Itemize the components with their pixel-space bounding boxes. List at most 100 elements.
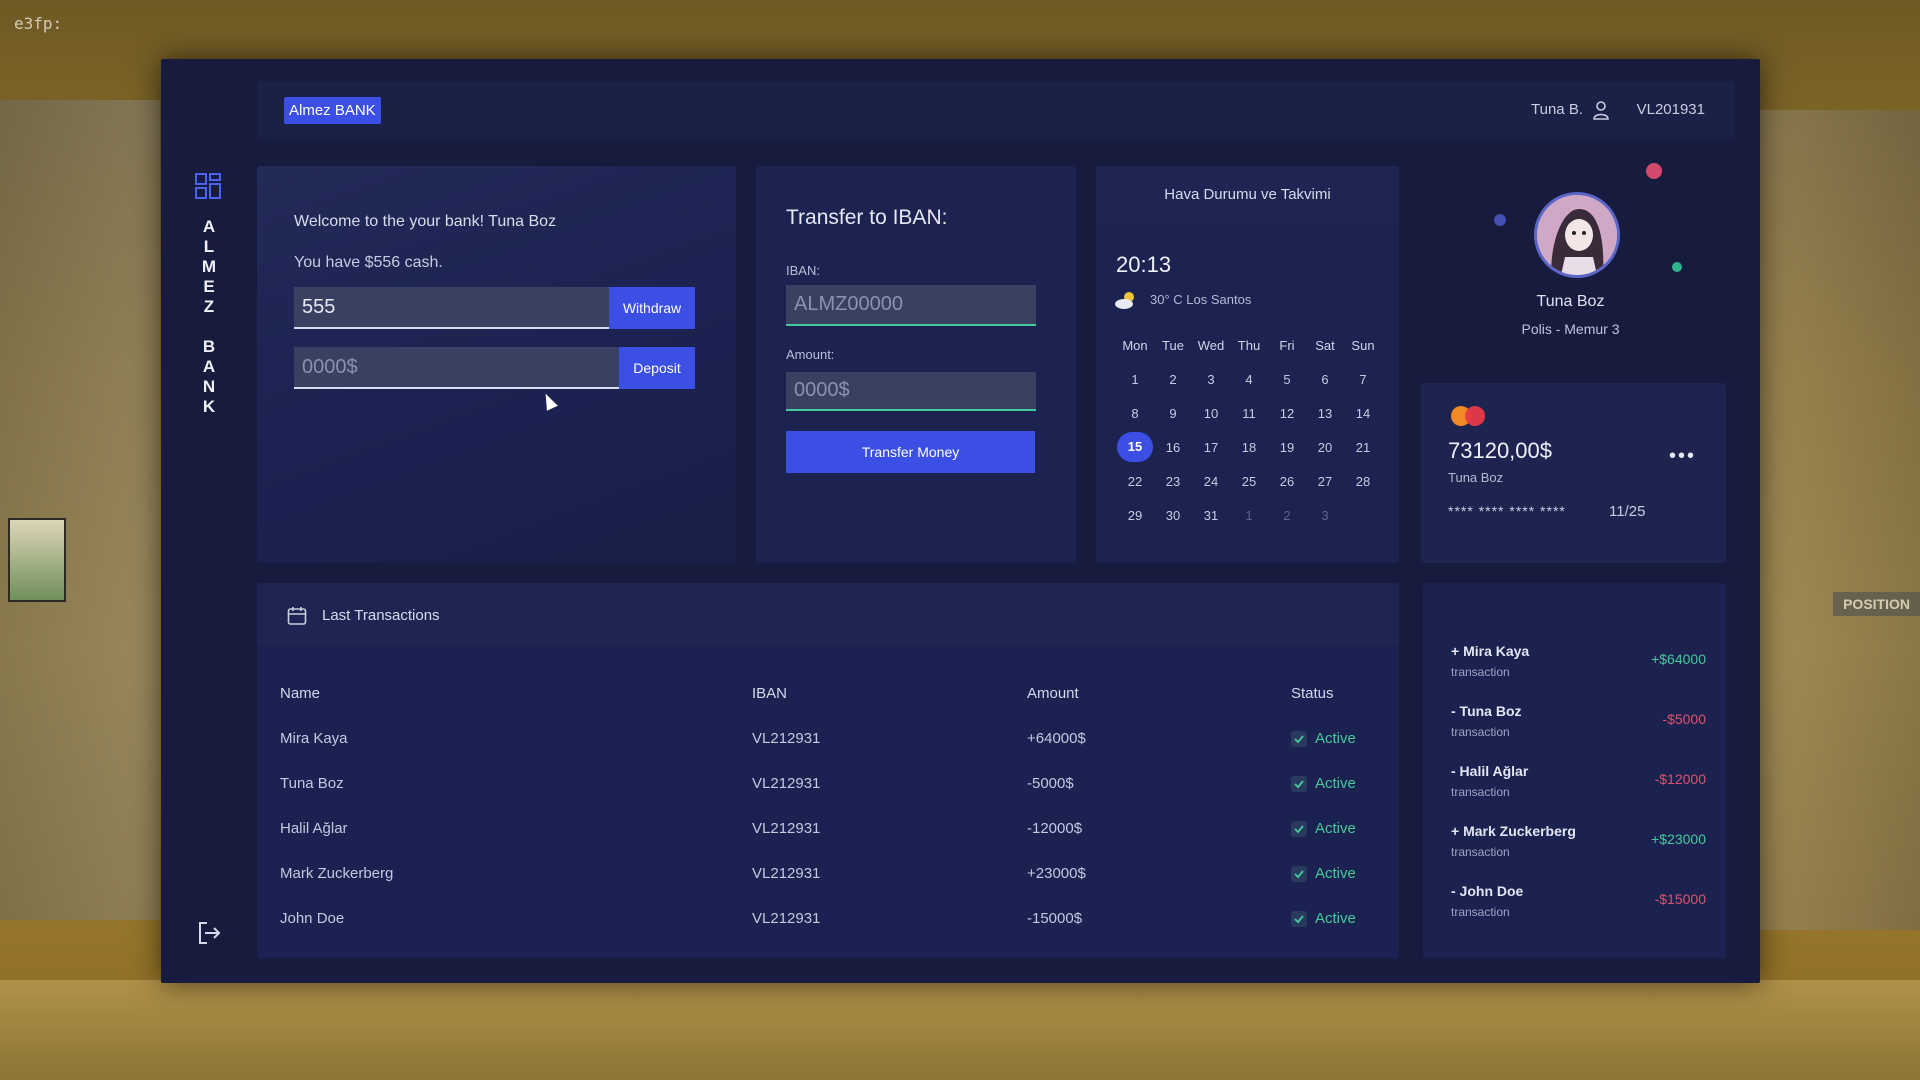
calendar-day[interactable]: 12 (1268, 406, 1306, 421)
recent-amount: -$12000 (1654, 771, 1706, 787)
status-text: Active (1315, 910, 1356, 927)
calendar-day[interactable]: 17 (1192, 440, 1230, 455)
calendar-day-label: 21 (1355, 439, 1371, 455)
calendar-day[interactable]: 26 (1268, 474, 1306, 489)
calendar-day-label: 28 (1355, 473, 1371, 489)
calendar-day[interactable]: 2 (1154, 372, 1192, 387)
calendar-day[interactable]: 10 (1192, 406, 1230, 421)
sidebar-letter: B (202, 337, 216, 356)
calendar-day[interactable]: 13 (1306, 406, 1344, 421)
sidebar-letter: Z (203, 297, 215, 316)
partly-cloudy-icon (1115, 292, 1134, 309)
calendar-day-label: 31 (1203, 507, 1219, 523)
recent-name: + Mark Zuckerberg (1451, 823, 1576, 839)
calendar-day[interactable]: 28 (1344, 474, 1382, 489)
calendar-day[interactable]: 22 (1116, 474, 1154, 489)
transfer-amount-input[interactable] (786, 372, 1036, 411)
calendar-day[interactable]: 3 (1306, 508, 1344, 523)
sidebar-letter: L (203, 237, 215, 256)
calendar-day[interactable]: 16 (1154, 440, 1192, 455)
sidebar-letter: E (203, 277, 215, 296)
calendar-day-label: 12 (1279, 405, 1295, 421)
recent-transactions-list: + Mira Kaya transaction +$64000 - Tuna Boz t… (1451, 643, 1706, 943)
calendar-day[interactable]: 4 (1230, 372, 1268, 387)
decor-dot-pink (1646, 163, 1662, 179)
calendar-day[interactable]: 3 (1192, 372, 1230, 387)
dashboard-grid-icon[interactable] (195, 173, 221, 199)
cell-name: John Doe (280, 910, 345, 927)
calendar-day-today[interactable]: 15 (1116, 432, 1154, 462)
calendar-day[interactable]: 9 (1154, 406, 1192, 421)
card-menu-icon[interactable]: ••• (1669, 445, 1696, 468)
status-text: Active (1315, 820, 1356, 837)
calendar-day[interactable]: 21 (1344, 440, 1382, 455)
calendar-day[interactable]: 1 (1116, 372, 1154, 387)
calendar-day[interactable]: 14 (1344, 406, 1382, 421)
background-wall-right (1760, 110, 1920, 930)
profile-panel: Tuna Boz Polis - Memur 3 (1419, 163, 1722, 411)
background-poster (8, 518, 66, 602)
deposit-amount-input[interactable] (294, 347, 619, 389)
check-icon (1291, 775, 1307, 792)
calendar-day[interactable]: 6 (1306, 372, 1344, 387)
hud-fps-text: e3fp: (14, 14, 63, 33)
calendar-day-label: 26 (1279, 473, 1295, 489)
calendar-week-row: 29 30 31 1 2 3 (1116, 498, 1384, 532)
iban-input[interactable] (786, 285, 1036, 326)
withdraw-button[interactable]: Withdraw (609, 287, 695, 329)
calendar-day-label: 5 (1283, 371, 1291, 387)
calendar-day[interactable]: 1 (1230, 508, 1268, 523)
list-item: - John Doe transaction -$15000 (1451, 883, 1706, 943)
calendar-day[interactable]: 30 (1154, 508, 1192, 523)
calendar-day[interactable]: 20 (1306, 440, 1344, 455)
welcome-card: Welcome to the your bank! Tuna Boz You h… (257, 166, 736, 563)
calendar-day[interactable]: 2 (1268, 508, 1306, 523)
calendar-day[interactable]: 7 (1344, 372, 1382, 387)
calendar-day[interactable]: 27 (1306, 474, 1344, 489)
card-number: **** **** **** **** (1448, 503, 1566, 519)
balance-card: 73120,00$ ••• Tuna Boz **** **** **** **… (1421, 383, 1726, 563)
user-icon (1593, 101, 1609, 120)
calendar-day[interactable]: 24 (1192, 474, 1230, 489)
calendar-day[interactable]: 5 (1268, 372, 1306, 387)
calendar-week-row: 22 23 24 25 26 27 28 (1116, 464, 1384, 498)
calendar-weekday: Tue (1162, 337, 1184, 353)
calendar-day-label: 24 (1203, 473, 1219, 489)
cell-iban: VL212931 (752, 775, 821, 792)
calendar-day[interactable]: 31 (1192, 508, 1230, 523)
cell-status: Active (1290, 716, 1379, 761)
recent-amount: -$5000 (1662, 711, 1706, 727)
calendar-day-label: 15 (1117, 432, 1153, 462)
status-badge: Active (1291, 820, 1378, 837)
calendar-day[interactable]: 18 (1230, 440, 1268, 455)
calendar-day-label: 23 (1165, 473, 1181, 489)
cell-amount: -12000$ (1027, 820, 1083, 837)
cell-name: Mark Zuckerberg (280, 865, 394, 882)
transactions-card: Last Transactions Name IBAN Amount Statu… (257, 583, 1399, 958)
table-row: John Doe VL212931 -15000$ Active (279, 896, 1379, 941)
calendar-day-label: 3 (1207, 371, 1215, 387)
column-header-iban: IBAN (752, 685, 788, 702)
header-user-name: Tuna B. (1531, 101, 1583, 118)
calendar-day[interactable]: 8 (1116, 406, 1154, 421)
deposit-button[interactable]: Deposit (619, 347, 695, 389)
avatar-illustration (1537, 195, 1617, 275)
withdraw-amount-input[interactable] (294, 287, 609, 329)
calendar-day[interactable]: 11 (1230, 406, 1268, 421)
calendar-day-label: 22 (1127, 473, 1143, 489)
calendar-day[interactable]: 19 (1268, 440, 1306, 455)
transfer-title: Transfer to IBAN: (786, 206, 948, 229)
table-header-row: Name IBAN Amount Status (279, 671, 1379, 716)
recent-subtitle: transaction (1451, 725, 1510, 739)
calendar-day[interactable]: 29 (1116, 508, 1154, 523)
balance-amount: 73120,00$ (1448, 438, 1552, 463)
weather-text: 30° C Los Santos (1150, 292, 1252, 307)
calendar-day-label: 30 (1165, 507, 1181, 523)
calendar-day[interactable]: 25 (1230, 474, 1268, 489)
recent-amount: +$23000 (1651, 831, 1706, 847)
decor-dot-green (1672, 262, 1682, 272)
cell-status: Active (1290, 896, 1379, 941)
transfer-money-button[interactable]: Transfer Money (786, 431, 1035, 473)
logout-icon[interactable] (195, 919, 223, 947)
calendar-day[interactable]: 23 (1154, 474, 1192, 489)
